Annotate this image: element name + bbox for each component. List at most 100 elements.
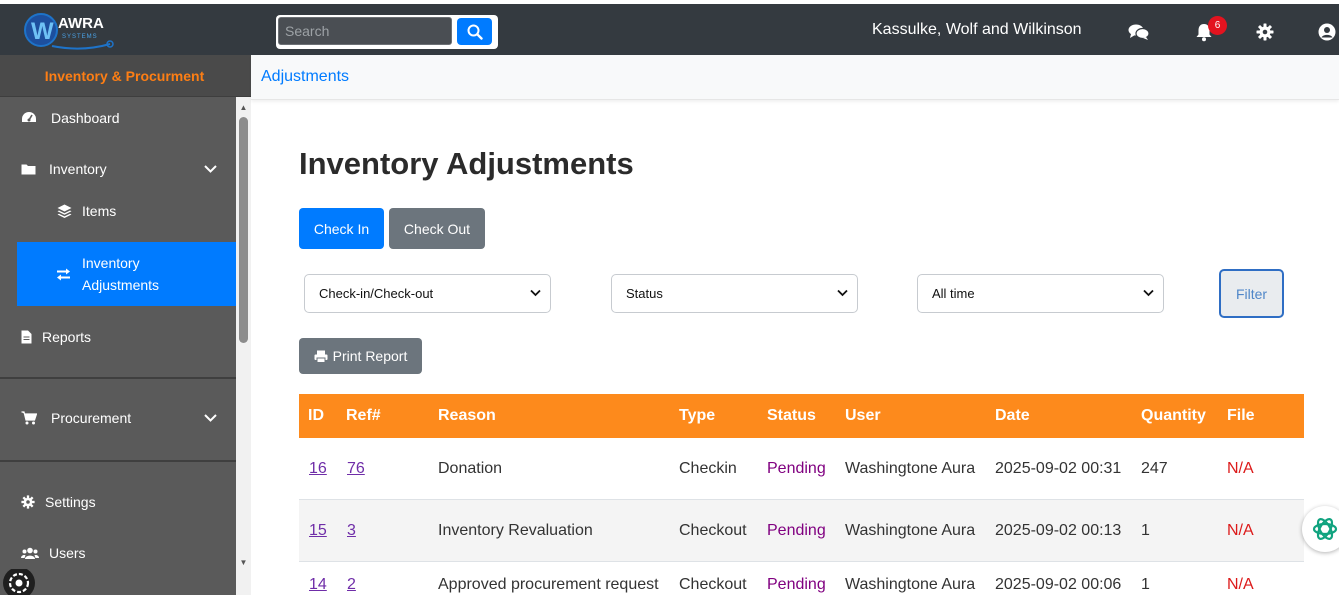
row-status: Pending — [767, 576, 826, 593]
comments-icon — [1128, 24, 1150, 40]
row-user: Washingtone Aura — [845, 576, 976, 593]
col-ref: Ref# — [346, 407, 381, 424]
sidebar-item-inventory-adjustments[interactable]: Inventory Adjustments — [17, 242, 236, 306]
sidebar-item-inventory[interactable]: Inventory — [0, 147, 236, 191]
company-name: Kassulke, Wolf and Wilkinson — [872, 21, 1082, 38]
sidebar-item-label: Settings — [45, 494, 96, 510]
col-file: File — [1227, 407, 1255, 424]
row-id-link[interactable]: 14 — [309, 576, 327, 594]
row-type: Checkin — [679, 460, 737, 477]
search-input[interactable] — [278, 17, 452, 45]
user-circle-icon — [1318, 23, 1336, 41]
sidebar-item-label: Reports — [42, 329, 92, 345]
sidebar-item-label: Users — [49, 545, 86, 561]
period-filter-value: All time — [932, 286, 975, 301]
row-ref-link[interactable]: 76 — [347, 460, 365, 478]
col-status: Status — [767, 407, 816, 424]
status-filter-value: Status — [626, 286, 663, 301]
sidebar-item-label: Dashboard — [51, 110, 120, 126]
breadcrumb-bar: Adjustments — [251, 55, 1339, 100]
check-out-button[interactable]: Check Out — [389, 208, 485, 249]
row-user: Washingtone Aura — [845, 460, 976, 477]
sidebar-item-label: Inventory — [49, 161, 107, 177]
type-filter-select[interactable]: Check-in/Check-out — [304, 274, 551, 313]
awra-logo[interactable]: W AWRA SYSTEMS — [22, 10, 122, 54]
accessibility-widget-icon[interactable] — [1, 567, 35, 599]
sidebar: Inventory & Procurment Dashboard Invento… — [0, 55, 251, 595]
row-id-link[interactable]: 15 — [309, 522, 327, 540]
page-title: Inventory Adjustments — [299, 146, 634, 181]
logo-subtext: SYSTEMS — [62, 34, 98, 40]
ai-assistant-icon — [1312, 518, 1338, 540]
row-date: 2025-09-02 00:06 — [995, 576, 1122, 593]
chevron-down-icon — [204, 414, 217, 422]
chat-button[interactable] — [1128, 21, 1150, 43]
row-quantity: 1 — [1141, 576, 1150, 593]
table-row: 15 3 Inventory Revaluation Checkout Pend… — [299, 500, 1304, 562]
scroll-down-arrow[interactable]: ▼ — [238, 558, 249, 567]
breadcrumb-adjustments[interactable]: Adjustments — [261, 68, 349, 86]
sidebar-item-settings[interactable]: Settings — [0, 481, 236, 523]
row-file: N/A — [1227, 576, 1254, 593]
file-alt-icon — [21, 330, 32, 344]
sidebar-item-users[interactable]: Users — [0, 532, 236, 574]
row-file: N/A — [1227, 522, 1254, 539]
row-date: 2025-09-02 00:13 — [995, 522, 1122, 539]
row-user: Washingtone Aura — [845, 522, 976, 539]
row-ref-link[interactable]: 2 — [347, 576, 356, 594]
search-button[interactable] — [457, 18, 492, 45]
scroll-up-arrow[interactable]: ▲ — [238, 103, 249, 112]
chevron-down-icon — [530, 289, 541, 297]
row-reason: Approved procurement request — [438, 576, 659, 593]
col-reason: Reason — [438, 407, 496, 424]
print-icon — [314, 350, 328, 363]
row-type: Checkout — [679, 576, 747, 593]
exchange-icon — [56, 268, 71, 281]
users-icon — [21, 547, 39, 560]
search-box — [276, 15, 498, 49]
sidebar-item-dashboard[interactable]: Dashboard — [0, 97, 236, 139]
chevron-down-icon — [1143, 289, 1154, 297]
shopping-cart-icon — [21, 411, 37, 425]
print-report-label: Print Report — [332, 348, 408, 364]
type-filter-value: Check-in/Check-out — [319, 286, 434, 301]
cog-icon — [21, 495, 35, 509]
chevron-down-icon — [837, 289, 848, 297]
top-navbar: W AWRA SYSTEMS Kassulke, Wolf and Wilkin… — [0, 0, 1339, 55]
col-id: ID — [308, 407, 324, 424]
row-date: 2025-09-02 00:31 — [995, 460, 1122, 477]
sidebar-item-procurement[interactable]: Procurement — [0, 397, 236, 439]
sidebar-item-label: Procurement — [51, 410, 132, 426]
layer-group-icon — [57, 204, 72, 218]
search-icon — [467, 24, 483, 40]
row-type: Checkout — [679, 522, 747, 539]
chevron-down-icon — [204, 165, 217, 173]
settings-button[interactable] — [1254, 21, 1276, 43]
row-quantity: 1 — [1141, 522, 1150, 539]
folder-icon — [21, 163, 36, 175]
col-date: Date — [995, 407, 1030, 424]
row-quantity: 247 — [1141, 460, 1168, 477]
row-ref-link[interactable]: 3 — [347, 522, 356, 540]
print-report-button[interactable]: Print Report — [299, 338, 422, 374]
status-filter-select[interactable]: Status — [611, 274, 858, 313]
period-filter-select[interactable]: All time — [917, 274, 1164, 313]
assistant-chat-button[interactable] — [1302, 506, 1339, 552]
sidebar-divider — [0, 460, 236, 462]
row-reason: Donation — [438, 460, 503, 477]
table-row: 14 2 Approved procurement request Checko… — [299, 562, 1304, 602]
sidebar-item-label: Items — [82, 203, 117, 219]
filter-button[interactable]: Filter — [1219, 269, 1284, 318]
check-in-button[interactable]: Check In — [299, 208, 384, 249]
scrollbar-thumb[interactable] — [239, 117, 248, 343]
user-menu-button[interactable] — [1316, 21, 1338, 43]
row-status: Pending — [767, 522, 826, 539]
col-user: User — [845, 407, 881, 424]
sidebar-item-items[interactable]: Items — [0, 189, 236, 233]
row-id-link[interactable]: 16 — [309, 460, 327, 478]
sidebar-item-reports[interactable]: Reports — [0, 315, 236, 359]
logo-text: AWRA — [58, 15, 104, 32]
col-quantity: Quantity — [1141, 407, 1206, 424]
col-type: Type — [679, 407, 716, 424]
row-file: N/A — [1227, 460, 1254, 477]
